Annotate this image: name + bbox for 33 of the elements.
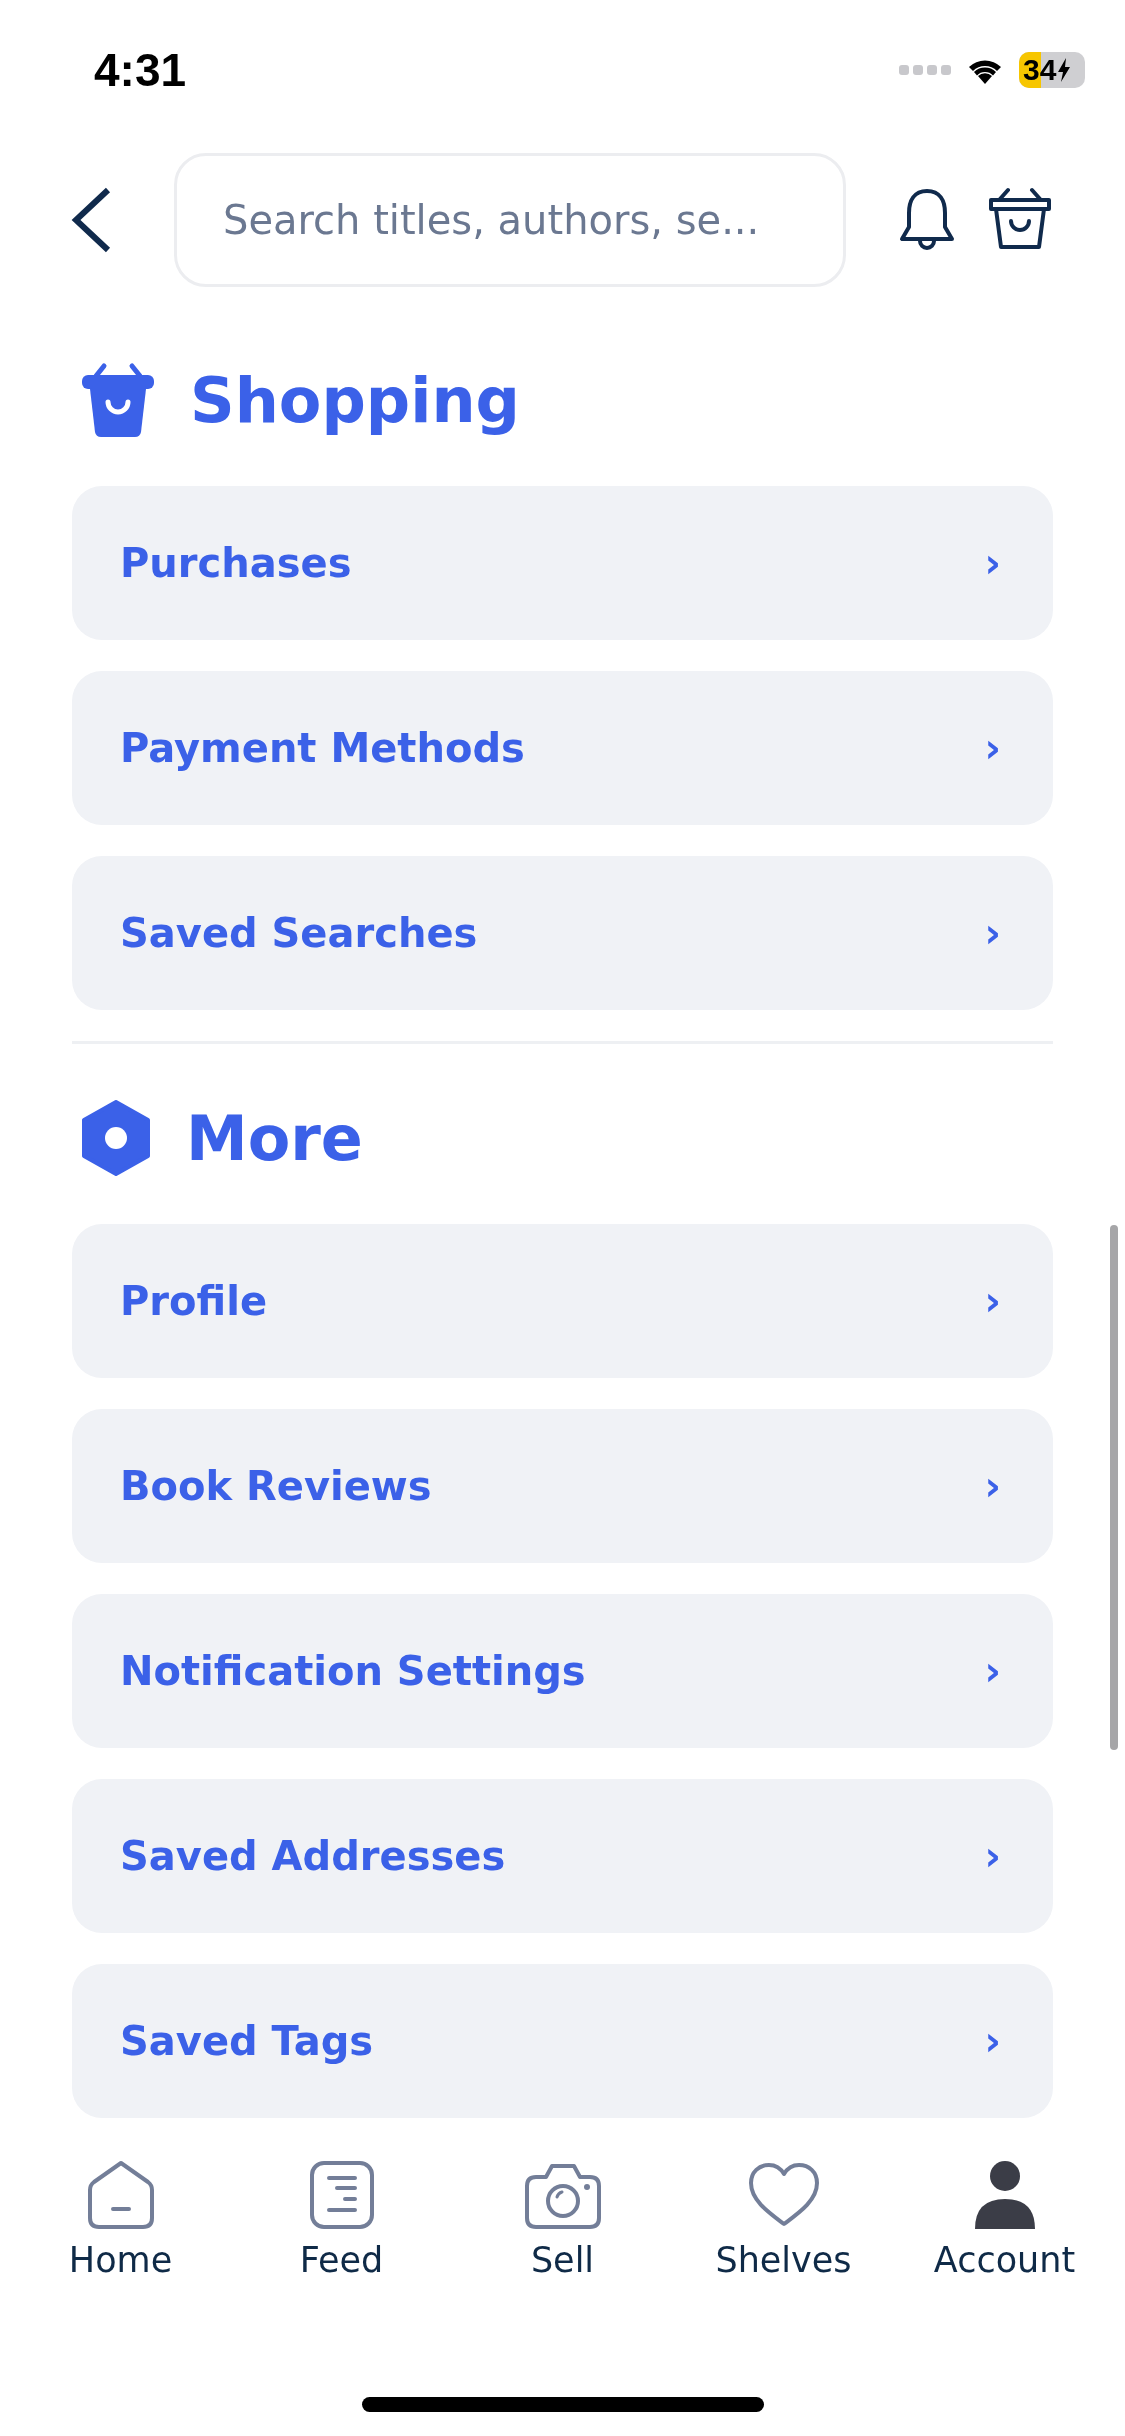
tab-item[interactable]: Feed [241,2160,442,2320]
menu-row[interactable]: Profile › [72,1224,1053,1378]
bolt-icon [1057,58,1072,82]
chevron-icon: › [984,540,1001,586]
feed-icon [308,2160,375,2230]
chevron-icon: › [984,1278,1001,1324]
tab-item[interactable]: Home [20,2160,221,2320]
menu-row[interactable]: Notification Settings › [72,1594,1053,1748]
chevron-icon: › [984,1648,1001,1694]
signal-icon [899,64,951,76]
chevron-icon: › [984,725,1001,771]
chevron-icon: › [984,910,1001,956]
chevron-icon: › [984,1463,1001,1509]
person-icon [973,2160,1036,2230]
tab-item[interactable]: Account [904,2160,1105,2320]
basket-icon [80,362,156,438]
tab-item[interactable]: Shelves [683,2160,884,2320]
menu-row[interactable]: Purchases › [72,486,1053,640]
bell-icon[interactable] [898,187,956,253]
home-icon [85,2160,156,2230]
tab-item[interactable]: Sell [462,2160,663,2320]
section-title: Shopping [190,363,520,437]
search-field[interactable]: Search titles, authors, se... [174,153,846,287]
hexagon-icon [80,1100,152,1176]
section-title: More [186,1101,363,1175]
menu-row[interactable]: Book Reviews › [72,1409,1053,1563]
status-time: 4:31 [94,43,187,97]
menu-row[interactable]: Saved Searches › [72,856,1053,1010]
menu-row[interactable]: Payment Methods › [72,671,1053,825]
menu-row[interactable]: Saved Tags › [72,1964,1053,2118]
chevron-icon: › [984,2018,1001,2064]
chevron-icon: › [984,1833,1001,1879]
menu-row[interactable]: Saved Addresses › [72,1779,1053,1933]
